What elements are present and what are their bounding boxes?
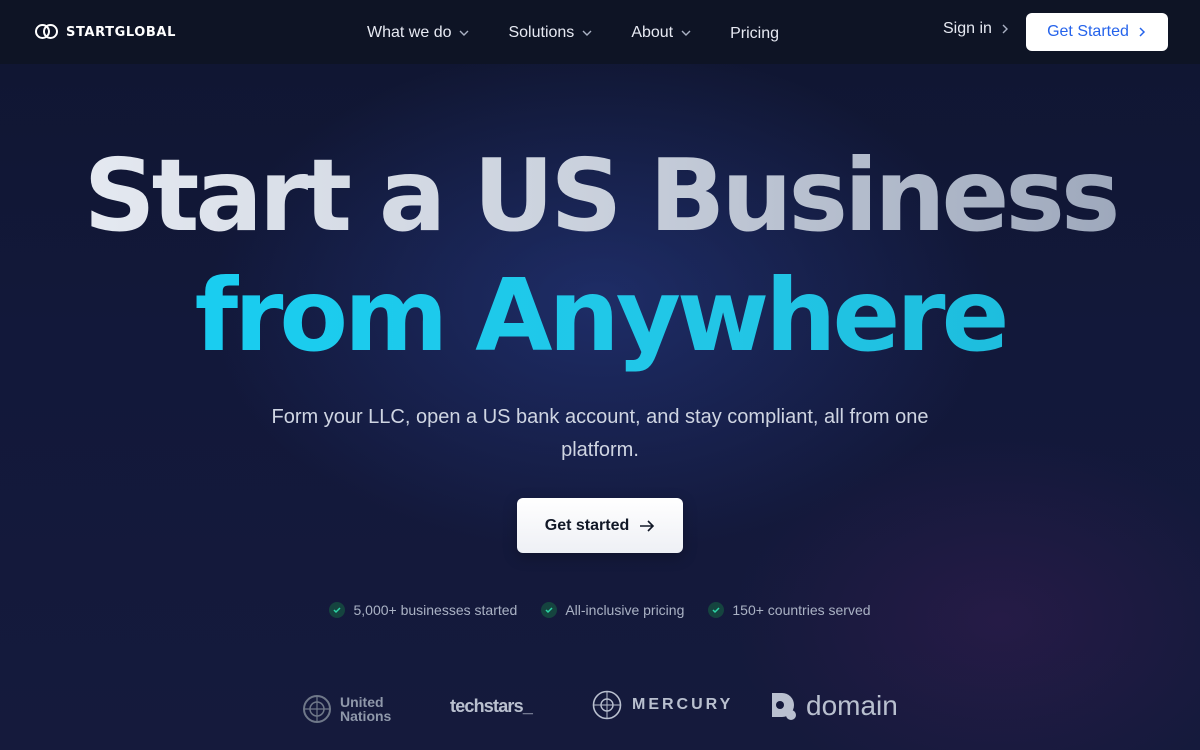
chevron-down-icon [459, 30, 469, 36]
feature-item: 150+ countries served [708, 602, 871, 618]
nav-item-what-we-do[interactable]: What we do [367, 21, 471, 45]
nav-item-label: Solutions [508, 24, 575, 41]
feature-highlights: 5,000+ businesses started All-inclusive … [0, 602, 1200, 618]
un-text: United Nations [340, 694, 392, 724]
techstars-logo: techstars_ [450, 696, 533, 716]
chevron-down-icon [681, 30, 691, 36]
chevron-right-icon [1002, 24, 1008, 34]
sign-in-link[interactable]: Sign in [943, 20, 1010, 38]
arrow-right-icon [640, 519, 655, 532]
check-icon [541, 602, 558, 618]
nav-item-about[interactable]: About [631, 21, 693, 45]
get-started-hero-button[interactable]: Get started [517, 498, 683, 553]
feature-label: All-inclusive pricing [565, 602, 685, 618]
hero-title-line-2: from Anywhere [0, 256, 1200, 376]
chevron-down-icon [582, 30, 592, 36]
feature-item: All-inclusive pricing [541, 602, 684, 618]
hero-title-line-1: Start a US Business [0, 136, 1200, 256]
feature-item: 5,000+ businesses started [329, 602, 517, 618]
brand-name: STARTGLOBAL [66, 24, 176, 40]
interlocking-rings-logo-icon [35, 23, 59, 41]
partner-logos: United Nations techstars_ MERCURY domain [0, 688, 1200, 728]
get-started-nav-label: Get Started [1047, 23, 1129, 40]
nav-item-label: About [631, 24, 674, 41]
united-nations-logo: United Nations [300, 692, 391, 726]
un-emblem-icon [303, 695, 331, 723]
nav-item-solutions[interactable]: Solutions [508, 21, 594, 45]
brand-logo[interactable]: STARTGLOBAL [35, 22, 176, 42]
nav-item-label: Pricing [730, 25, 780, 42]
check-icon [708, 602, 725, 618]
nav-item-pricing[interactable]: Pricing [730, 22, 779, 46]
check-icon [329, 602, 346, 618]
chevron-right-icon [1139, 27, 1145, 37]
mercury-emblem-icon [592, 690, 622, 720]
feature-label: 5,000+ businesses started [353, 602, 518, 618]
top-navbar: STARTGLOBAL What we do Solutions About P… [0, 0, 1200, 64]
main-menu: What we do Solutions About Pricing [367, 20, 816, 46]
domain-logo: domain [770, 690, 898, 722]
feature-label: 150+ countries served [732, 602, 871, 618]
mercury-text: MERCURY [632, 696, 734, 713]
domain-d-icon [772, 693, 796, 720]
get-started-hero-label: Get started [544, 516, 630, 534]
hero-subtitle: Form your LLC, open a US bank account, a… [271, 406, 929, 461]
nav-item-label: What we do [367, 24, 452, 41]
domain-text: domain [806, 690, 898, 721]
sign-in-label: Sign in [943, 20, 992, 37]
mercury-logo: MERCURY [592, 690, 733, 720]
get-started-nav-button[interactable]: Get Started [1026, 13, 1168, 51]
